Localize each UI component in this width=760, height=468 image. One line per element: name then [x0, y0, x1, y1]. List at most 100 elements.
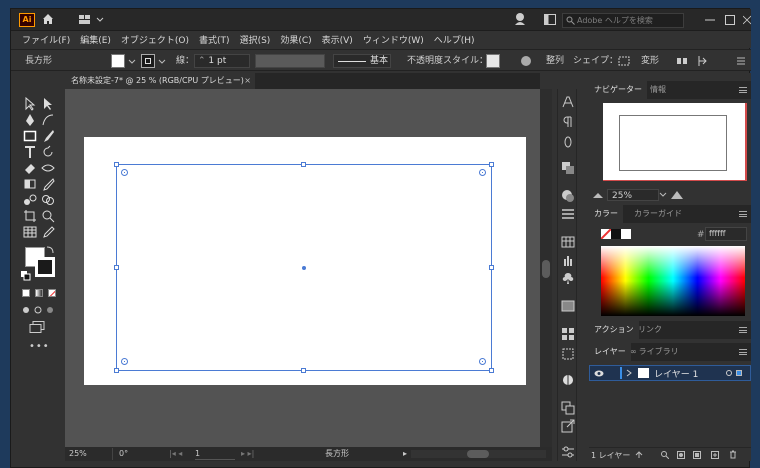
handle-middle-left[interactable]	[114, 265, 119, 270]
symbols-panel-icon[interactable]	[561, 271, 575, 285]
locate-object-icon[interactable]	[661, 451, 669, 459]
chevron-down-icon[interactable]	[128, 54, 136, 68]
horizontal-scrollbar[interactable]	[411, 450, 546, 458]
handle-bottom-right[interactable]	[489, 368, 494, 373]
zoom-in-icon[interactable]	[671, 190, 683, 199]
scroll-thumb[interactable]	[542, 260, 550, 278]
tab-links[interactable]: リンク	[633, 321, 667, 339]
menu-effect[interactable]: 効果(C)	[275, 33, 316, 46]
transform-panel-icon[interactable]	[561, 347, 575, 361]
graphic-style-swatch[interactable]	[486, 54, 500, 68]
zoom-out-icon[interactable]	[593, 191, 603, 199]
canvas-area[interactable]	[65, 89, 540, 447]
tab-actions[interactable]: アクション	[589, 321, 639, 339]
black-swatch[interactable]	[611, 229, 621, 239]
stroke-panel-icon[interactable]	[561, 207, 575, 221]
align-panel-icon[interactable]	[561, 327, 575, 341]
navigator-zoom-field[interactable]: 25%	[607, 189, 659, 201]
tab-libraries[interactable]: ∞ ライブラリ	[625, 343, 684, 361]
next-page-icon[interactable]: ▸ ▸|	[241, 448, 254, 460]
panel-menu-icon[interactable]	[739, 211, 747, 217]
workspace-switcher-icon[interactable]	[79, 13, 107, 27]
color-spectrum[interactable]	[601, 246, 745, 316]
white-swatch[interactable]	[621, 229, 631, 239]
fill-swatch[interactable]	[111, 54, 125, 68]
width-tool-icon[interactable]	[41, 161, 55, 175]
menu-window[interactable]: ウィンドウ(W)	[358, 33, 429, 46]
menu-help[interactable]: ヘルプ(H)	[429, 33, 480, 46]
swap-colors-icon[interactable]	[45, 245, 55, 255]
curvature-tool-icon[interactable]	[41, 113, 55, 127]
make-clipping-mask-icon[interactable]	[677, 451, 685, 459]
paintbrush-tool-icon[interactable]	[41, 129, 55, 143]
delete-layer-icon[interactable]	[729, 450, 737, 459]
eyedropper-tool-icon[interactable]	[41, 177, 55, 191]
control-menu-icon[interactable]	[736, 54, 746, 68]
edit-toolbar-icon[interactable]: •••	[29, 341, 50, 352]
chevron-down-icon[interactable]	[659, 191, 667, 199]
first-page-icon[interactable]: |◂ ◂	[169, 448, 182, 460]
menu-edit[interactable]: 編集(E)	[75, 33, 116, 46]
selection-indicator[interactable]	[736, 370, 742, 376]
paragraph-panel-icon[interactable]	[561, 115, 575, 129]
vertical-scrollbar[interactable]	[540, 89, 552, 447]
corner-widget[interactable]	[121, 358, 128, 365]
graph-tool-icon[interactable]	[23, 225, 37, 239]
variable-width-profile[interactable]	[255, 54, 325, 68]
artboard-number-field[interactable]: 1	[195, 448, 235, 460]
tab-info[interactable]: 情報	[645, 81, 671, 99]
shape-label[interactable]: シェイプ：	[573, 54, 618, 68]
target-icon[interactable]	[726, 370, 732, 376]
menu-object[interactable]: オブジェクト(O)	[116, 33, 194, 46]
selection-tool-icon[interactable]	[23, 97, 37, 111]
zoom-field[interactable]: 25%	[69, 448, 113, 460]
minimize-icon[interactable]	[705, 15, 715, 25]
opacity-label[interactable]: 不透明度	[407, 54, 443, 68]
recolor-icon[interactable]	[520, 54, 532, 68]
distribute-icon[interactable]	[697, 54, 711, 68]
gradient-panel-icon[interactable]	[561, 299, 575, 313]
status-play-icon[interactable]: ▸	[403, 448, 407, 460]
stroke-color-box[interactable]	[35, 257, 55, 277]
zoom-tool-icon[interactable]	[41, 209, 55, 223]
handle-top-right[interactable]	[489, 162, 494, 167]
symbol-sprayer-tool-icon[interactable]	[41, 225, 55, 239]
align-label[interactable]: 整列	[546, 54, 564, 68]
close-tab-icon[interactable]: ×	[244, 73, 251, 89]
handle-bottom-center[interactable]	[301, 368, 306, 373]
panel-menu-icon[interactable]	[739, 327, 747, 333]
draw-mode-icon[interactable]	[22, 305, 54, 315]
home-icon[interactable]	[41, 12, 55, 26]
help-search-input[interactable]: Adobe ヘルプを検索	[562, 13, 684, 28]
transparency-panel-icon[interactable]	[561, 373, 575, 387]
screen-mode-icon[interactable]	[29, 321, 45, 333]
none-mode-button[interactable]	[48, 289, 56, 297]
color-mode-button[interactable]	[22, 289, 30, 297]
menu-file[interactable]: ファイル(F)	[17, 33, 75, 46]
panel-menu-icon[interactable]	[739, 349, 747, 355]
appearance-panel-icon[interactable]	[561, 189, 575, 203]
rotate-tool-icon[interactable]	[41, 145, 55, 159]
pathfinder-panel-icon[interactable]	[561, 161, 575, 175]
panel-menu-icon[interactable]	[739, 87, 747, 93]
document-tab[interactable]: 名称未設定-7* @ 25 % (RGB/CPU プレビュー) ×	[65, 73, 255, 89]
tab-navigator[interactable]: ナビゲーター	[589, 81, 647, 99]
free-transform-tool-icon[interactable]	[23, 177, 37, 191]
stroke-weight-field[interactable]: ⌃ 1 pt	[194, 54, 250, 68]
close-icon[interactable]	[743, 15, 751, 25]
new-sublayer-icon[interactable]	[693, 451, 701, 459]
corner-widget[interactable]	[479, 169, 486, 176]
new-layer-icon[interactable]	[711, 451, 719, 459]
menu-select[interactable]: 選択(S)	[235, 33, 276, 46]
isolate-icon[interactable]	[675, 54, 689, 68]
maximize-icon[interactable]	[725, 15, 735, 25]
arrange-documents-icon[interactable]	[544, 14, 556, 26]
share-user-icon[interactable]	[514, 12, 528, 26]
properties-panel-icon[interactable]	[561, 445, 575, 459]
rectangle-tool-icon[interactable]	[23, 129, 37, 143]
gradient-mode-button[interactable]	[35, 289, 43, 297]
direct-selection-tool-icon[interactable]	[41, 97, 55, 111]
none-swatch[interactable]	[601, 229, 611, 239]
navigator-thumbnail[interactable]	[603, 103, 747, 181]
chevron-right-icon[interactable]	[626, 369, 632, 377]
